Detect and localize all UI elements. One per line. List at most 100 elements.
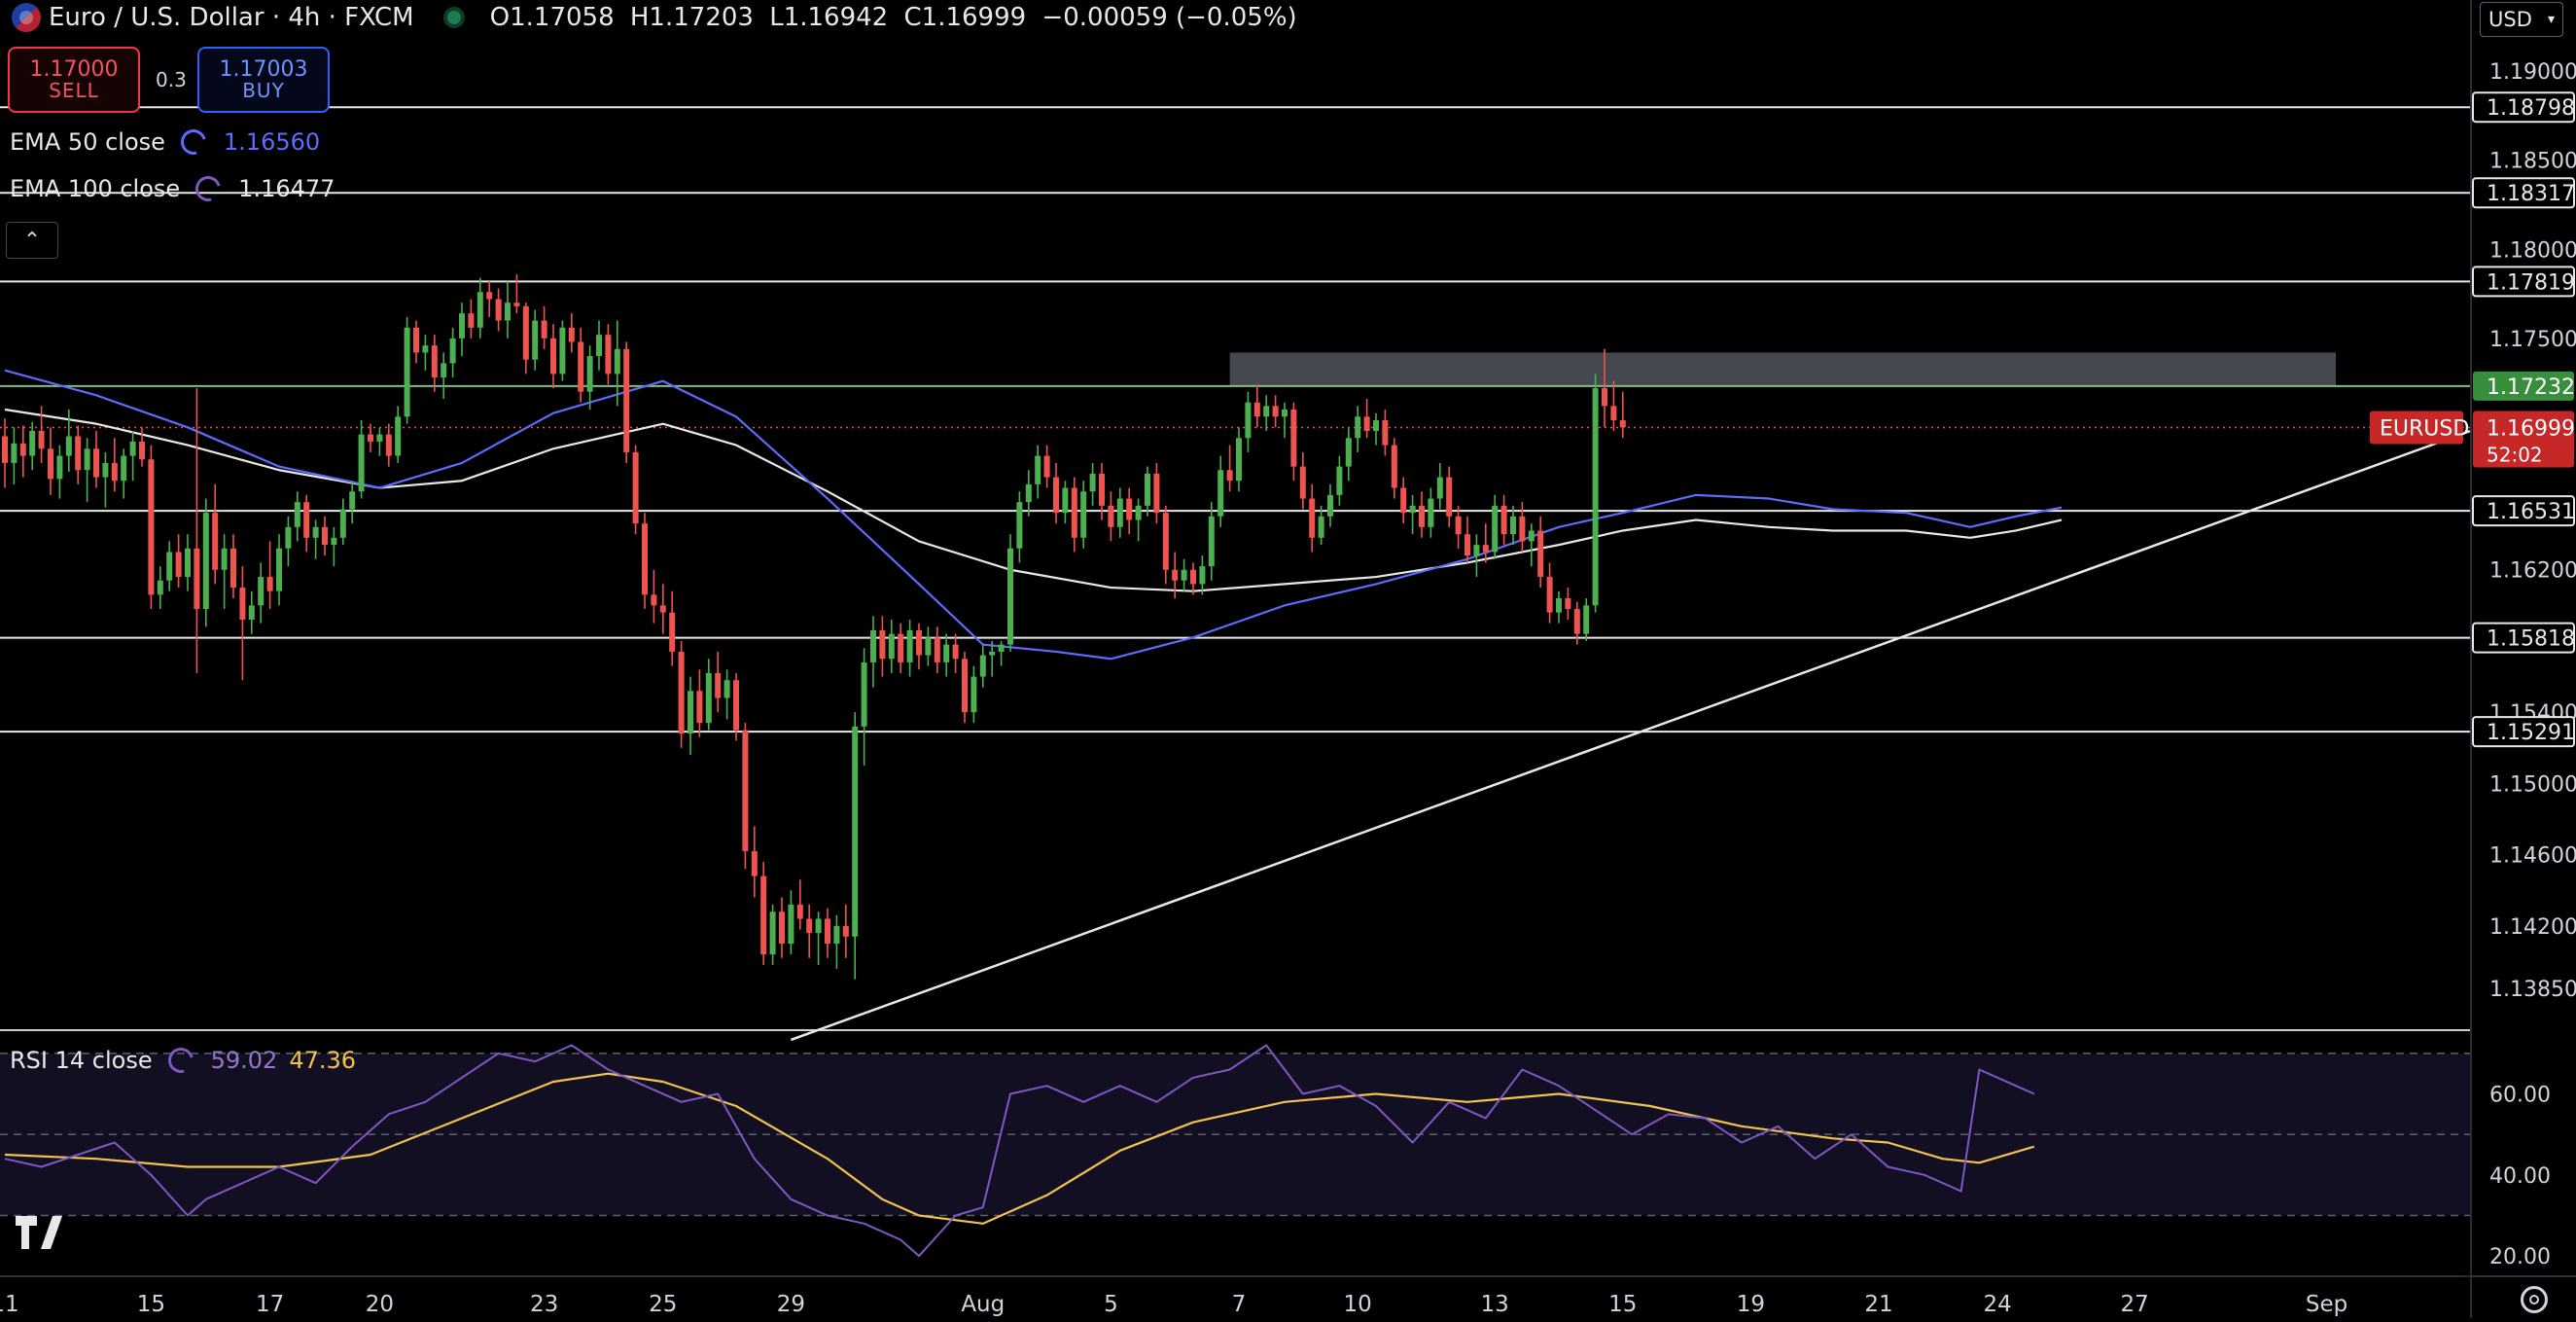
candle-body xyxy=(952,644,959,660)
candle-body xyxy=(285,526,292,549)
candle-body xyxy=(505,303,511,321)
price-tick-label: 1.18500 xyxy=(2489,150,2576,174)
candle-body xyxy=(678,651,685,734)
buy-price: 1.17003 xyxy=(219,56,308,82)
time-tick-label: 29 xyxy=(777,1292,805,1317)
candle-body xyxy=(1318,516,1324,538)
candle-body xyxy=(1035,455,1041,484)
symbol-title[interactable]: Euro / U.S. Dollar · 4h · FXCM xyxy=(49,3,414,32)
time-tick-label: 27 xyxy=(2121,1292,2149,1317)
candle xyxy=(962,651,968,724)
ohlc-high: H1.17203 xyxy=(629,3,754,32)
candle-body xyxy=(1162,513,1169,570)
level-price-label: 1.16531 xyxy=(2487,500,2575,524)
candle-body xyxy=(322,526,328,546)
candle-body xyxy=(1309,498,1316,538)
level-price-label: 1.17819 xyxy=(2487,270,2575,295)
candle-body xyxy=(11,443,18,463)
candle-body xyxy=(1208,516,1215,567)
candle-body xyxy=(715,672,722,698)
candle xyxy=(404,316,410,424)
candle-body xyxy=(1172,569,1179,581)
time-tick-label: 17 xyxy=(256,1292,284,1317)
candle-body xyxy=(568,327,575,342)
candle-body xyxy=(258,577,265,606)
candle-body xyxy=(2,436,8,463)
candle-body xyxy=(1272,406,1279,417)
rsi-value: 59.02 xyxy=(210,1047,278,1074)
candle-body xyxy=(1007,548,1013,645)
candle-body xyxy=(1573,609,1580,634)
candle-body xyxy=(1190,569,1196,585)
candle-body xyxy=(1089,473,1096,492)
candle-body xyxy=(842,925,849,937)
chart-area[interactable]: 1.19000 1.18500 1.18000 1.17500 1.16200 1.154… xyxy=(0,0,2576,1318)
candle-body xyxy=(358,434,365,492)
candle-body xyxy=(852,726,859,937)
resistance-price-label: 1.17232 xyxy=(2487,375,2575,400)
candle-body xyxy=(1153,473,1160,514)
candle-body xyxy=(1565,598,1571,610)
currency-selector[interactable]: USD ▾ xyxy=(2480,2,2563,37)
ema100-legend[interactable]: EMA 100 close 1.16477 xyxy=(10,171,335,206)
chevron-up-icon: ⌃ xyxy=(22,228,42,253)
collapse-legend-button[interactable]: ⌃ xyxy=(6,222,58,259)
candle xyxy=(632,445,639,535)
tradingview-logo-icon[interactable] xyxy=(16,1202,68,1259)
candle-body xyxy=(825,918,830,945)
candle-body xyxy=(1016,502,1023,549)
resistance-zone xyxy=(1229,352,2336,386)
candle-body xyxy=(943,644,950,662)
candle-body xyxy=(906,629,913,662)
candle-body xyxy=(1299,466,1306,499)
ema50-legend[interactable]: EMA 50 close 1.16560 xyxy=(10,125,321,160)
candle-body xyxy=(751,850,758,876)
candle-body xyxy=(1373,419,1379,431)
candle-body xyxy=(266,577,273,591)
candle xyxy=(742,723,749,870)
candle-body xyxy=(303,502,310,538)
time-tick-label: 20 xyxy=(366,1292,394,1317)
symbol-tag-label: EURUSD xyxy=(2380,416,2469,441)
settings-gear-icon[interactable] xyxy=(2521,1286,2548,1313)
candle-body xyxy=(339,509,346,538)
price-tick-label: 1.14600 xyxy=(2489,844,2576,869)
market-status-icon[interactable] xyxy=(442,7,465,28)
ema100-settings-icon[interactable] xyxy=(191,171,226,206)
candle-body xyxy=(1537,530,1544,578)
candle-body xyxy=(788,904,794,945)
rsi-ma-value: 47.36 xyxy=(289,1047,357,1074)
candle-body xyxy=(1025,483,1032,503)
rsi-settings-icon[interactable] xyxy=(162,1043,198,1078)
candle-body xyxy=(1592,388,1599,606)
candle xyxy=(559,320,566,381)
candle-body xyxy=(1391,445,1397,488)
candle-body xyxy=(760,875,767,955)
candle-body xyxy=(331,537,337,546)
candle-body xyxy=(1253,402,1260,417)
candle-body xyxy=(449,338,456,364)
price-chart[interactable]: 1.190001.185001.180001.175001.162001.154… xyxy=(0,0,2576,1318)
candle-body xyxy=(1116,498,1123,527)
candle-body xyxy=(669,612,676,652)
ohlc-open: O1.17058 xyxy=(489,3,615,32)
ema50-settings-icon[interactable] xyxy=(176,125,211,160)
candle-body xyxy=(368,434,373,442)
candle-body xyxy=(623,348,630,452)
chevron-down-icon: ▾ xyxy=(2547,12,2555,27)
candle-body xyxy=(157,580,163,595)
sell-button[interactable]: 1.17000 SELL xyxy=(8,47,140,113)
candle-body xyxy=(651,594,657,606)
rsi-legend[interactable]: RSI 14 close 59.02 47.36 xyxy=(10,1043,357,1078)
candle-body xyxy=(1345,438,1352,467)
ema50-value: 1.16560 xyxy=(223,128,321,156)
candle-body xyxy=(56,455,63,480)
candle-body xyxy=(815,918,822,934)
candle-body xyxy=(1583,605,1590,634)
candle-body xyxy=(1419,505,1425,527)
candle-body xyxy=(1473,545,1480,556)
candle-body xyxy=(395,416,402,456)
candle-body xyxy=(431,345,438,378)
candle-body xyxy=(796,904,803,919)
buy-button[interactable]: 1.17003 BUY xyxy=(197,47,330,113)
